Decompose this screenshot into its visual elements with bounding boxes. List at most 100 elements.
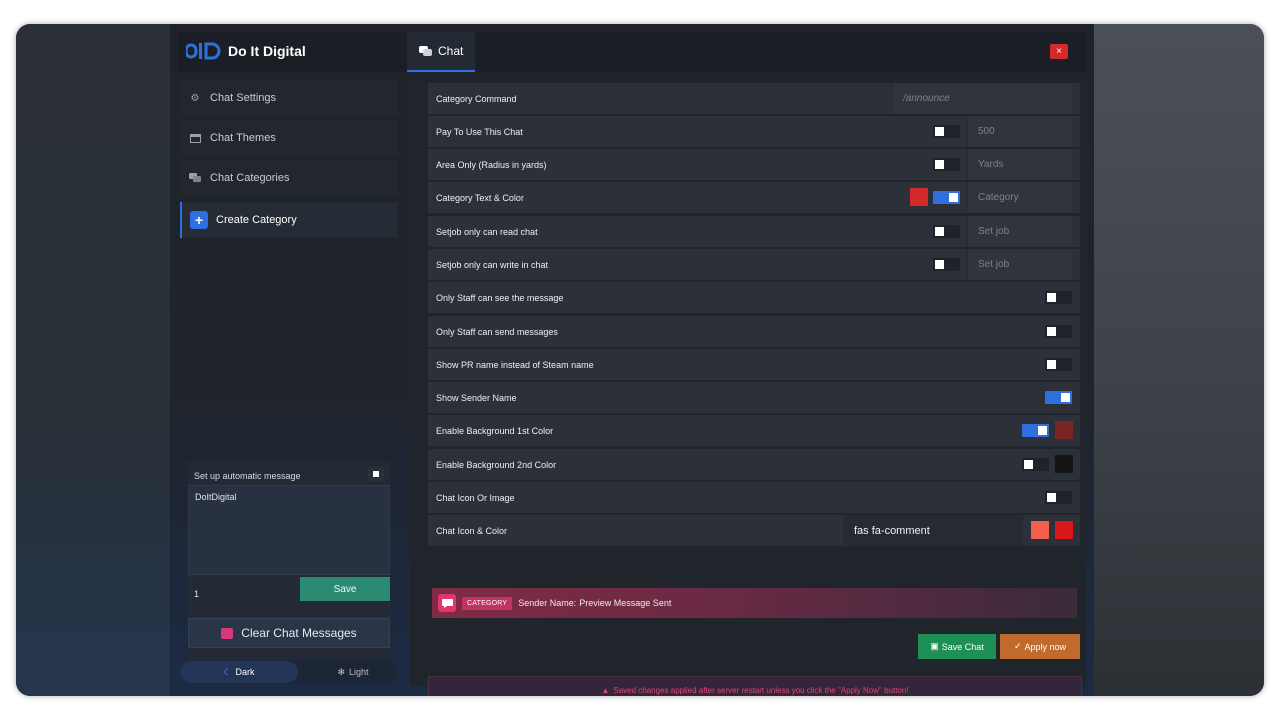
sidebar-item-chat-themes[interactable]: Chat Themes xyxy=(180,120,398,156)
pay-amount-input[interactable]: 500 xyxy=(967,116,1072,147)
bg-color-2-swatch[interactable] xyxy=(1055,455,1073,473)
apply-now-button[interactable]: ✓ Apply now xyxy=(1000,634,1080,659)
chat-icon-input[interactable]: fas fa-comment xyxy=(843,515,1023,546)
auto-message-checkbox[interactable] xyxy=(368,467,384,481)
comment-x-icon xyxy=(221,627,234,639)
setjob-write-input[interactable]: Set job xyxy=(967,249,1072,280)
game-background-right xyxy=(1074,24,1264,696)
form-row-category-text-color: Category Text & Color Category xyxy=(428,182,1080,213)
cogs-icon: ⚙ xyxy=(190,92,200,104)
setjob-read-toggle[interactable] xyxy=(933,225,960,238)
form-row-pay-to-use: Pay To Use This Chat 500 xyxy=(428,116,1080,147)
icon-color-swatch[interactable] xyxy=(1031,521,1049,539)
preview-message: Preview Message Sent xyxy=(579,598,672,608)
auto-message-interval-input[interactable]: 1 xyxy=(194,589,199,599)
close-button[interactable]: × xyxy=(1050,44,1068,59)
row-label: Category Command xyxy=(436,93,517,104)
row-label: Setjob only can read chat xyxy=(436,226,538,237)
restart-notice: ▲ Saved changes applied after server res… xyxy=(428,676,1082,696)
row-label: Only Staff can send messages xyxy=(436,326,558,337)
category-color-toggle[interactable] xyxy=(933,191,960,204)
sidebar-item-chat-settings[interactable]: ⚙ Chat Settings xyxy=(180,80,398,116)
bg-color-1-swatch[interactable] xyxy=(1055,421,1073,439)
app-title: Do It Digital xyxy=(228,43,306,59)
save-icon: ▣ xyxy=(930,641,939,651)
tab-chat[interactable]: Chat xyxy=(407,32,476,72)
window-icon xyxy=(188,132,202,144)
theme-switcher: ☾ Dark ✻ Light xyxy=(180,661,398,683)
auto-message-label: Set up automatic message xyxy=(194,471,301,481)
category-text-input[interactable]: Category xyxy=(967,182,1072,213)
clear-chat-button[interactable]: Clear Chat Messages xyxy=(188,618,390,648)
theme-light-button[interactable]: ✻ Light xyxy=(308,661,398,683)
sun-icon: ✻ xyxy=(337,666,345,677)
pay-to-use-toggle[interactable] xyxy=(933,125,960,138)
show-sender-toggle[interactable] xyxy=(1045,391,1072,404)
row-label: Enable Background 1st Color xyxy=(436,425,554,436)
row-label: Setjob only can write in chat xyxy=(436,259,549,270)
message-preview: CATEGORY Sender Name: Preview Message Se… xyxy=(432,588,1077,618)
row-label: Area Only (Radius in yards) xyxy=(436,159,547,170)
form-row-setjob-read: Setjob only can read chat Set job xyxy=(428,216,1080,247)
category-color-swatch[interactable] xyxy=(910,188,928,206)
theme-dark-button[interactable]: ☾ Dark xyxy=(180,661,298,683)
row-label: Only Staff can see the message xyxy=(436,292,564,303)
category-form: Category Command /announce Pay To Use Th… xyxy=(410,80,1086,696)
preview-sender: Sender Name: xyxy=(518,598,577,608)
area-only-toggle[interactable] xyxy=(933,158,960,171)
preview-category-badge: CATEGORY xyxy=(462,596,513,610)
header-bar: Do It Digital Chat × xyxy=(178,32,1086,72)
tab-chat-label: Chat xyxy=(438,44,464,58)
category-command-input[interactable]: /announce xyxy=(892,83,1072,114)
game-background-left xyxy=(16,24,171,696)
auto-message-textarea[interactable]: DoItDigital xyxy=(188,485,390,575)
form-row-pr-name: Show PR name instead of Steam name xyxy=(428,349,1080,380)
brand-logo: Do It Digital xyxy=(186,42,306,60)
row-label: Category Text & Color xyxy=(436,192,524,203)
pr-name-toggle[interactable] xyxy=(1045,358,1072,371)
setjob-read-input[interactable]: Set job xyxy=(967,216,1072,247)
row-label: Chat Icon Or Image xyxy=(436,492,515,503)
staff-send-toggle[interactable] xyxy=(1045,325,1072,338)
form-row-icon-or-image: Chat Icon Or Image xyxy=(428,482,1080,513)
sidebar-item-label: Create Category xyxy=(216,214,297,226)
comments-icon xyxy=(188,172,202,184)
form-row-show-sender: Show Sender Name xyxy=(428,382,1080,413)
row-label: Show Sender Name xyxy=(436,392,517,403)
row-label: Show PR name instead of Steam name xyxy=(436,359,594,370)
screenshot-frame: Do It Digital Chat × ⚙ Chat Settings Cha… xyxy=(16,24,1264,696)
form-row-bg-color-2: Enable Background 2nd Color xyxy=(428,449,1080,480)
bg-color-1-toggle[interactable] xyxy=(1022,424,1049,437)
icon-or-image-toggle[interactable] xyxy=(1045,491,1072,504)
icon-bg-color-swatch[interactable] xyxy=(1055,521,1073,539)
row-label: Chat Icon & Color xyxy=(436,525,508,536)
row-label: Enable Background 2nd Color xyxy=(436,459,557,470)
apply-now-label: Apply now xyxy=(1024,641,1067,652)
sidebar-item-label: Chat Settings xyxy=(210,92,277,104)
did-logo-icon xyxy=(186,42,221,60)
sidebar-item-create-category[interactable]: + Create Category xyxy=(180,202,398,238)
form-row-icon-color: Chat Icon & Color fas fa-comment xyxy=(428,515,1080,546)
bg-color-2-toggle[interactable] xyxy=(1022,458,1049,471)
sidebar: ⚙ Chat Settings Chat Themes Chat Categor… xyxy=(178,80,400,680)
chat-admin-panel: Do It Digital Chat × ⚙ Chat Settings Cha… xyxy=(170,24,1094,696)
save-chat-button[interactable]: ▣ Save Chat xyxy=(918,634,996,659)
clear-chat-label: Clear Chat Messages xyxy=(241,626,357,640)
comments-icon xyxy=(419,45,432,56)
comment-icon xyxy=(438,594,456,612)
auto-message-save-button[interactable]: Save xyxy=(300,577,390,601)
setjob-write-toggle[interactable] xyxy=(933,258,960,271)
warning-icon: ▲ xyxy=(601,685,610,695)
sidebar-item-label: Chat Categories xyxy=(210,172,290,184)
close-icon: × xyxy=(1056,46,1062,57)
staff-see-toggle[interactable] xyxy=(1045,291,1072,304)
form-row-area-only: Area Only (Radius in yards) Yards xyxy=(428,149,1080,180)
radius-yards-input[interactable]: Yards xyxy=(967,149,1072,180)
save-chat-label: Save Chat xyxy=(941,641,984,652)
theme-dark-label: Dark xyxy=(235,667,255,677)
form-row-category-command: Category Command /announce xyxy=(428,83,1080,114)
form-row-bg-color-1: Enable Background 1st Color xyxy=(428,415,1080,446)
sidebar-item-chat-categories[interactable]: Chat Categories xyxy=(180,160,398,196)
restart-notice-text: Saved changes applied after server resta… xyxy=(613,685,909,695)
theme-light-label: Light xyxy=(349,667,369,677)
